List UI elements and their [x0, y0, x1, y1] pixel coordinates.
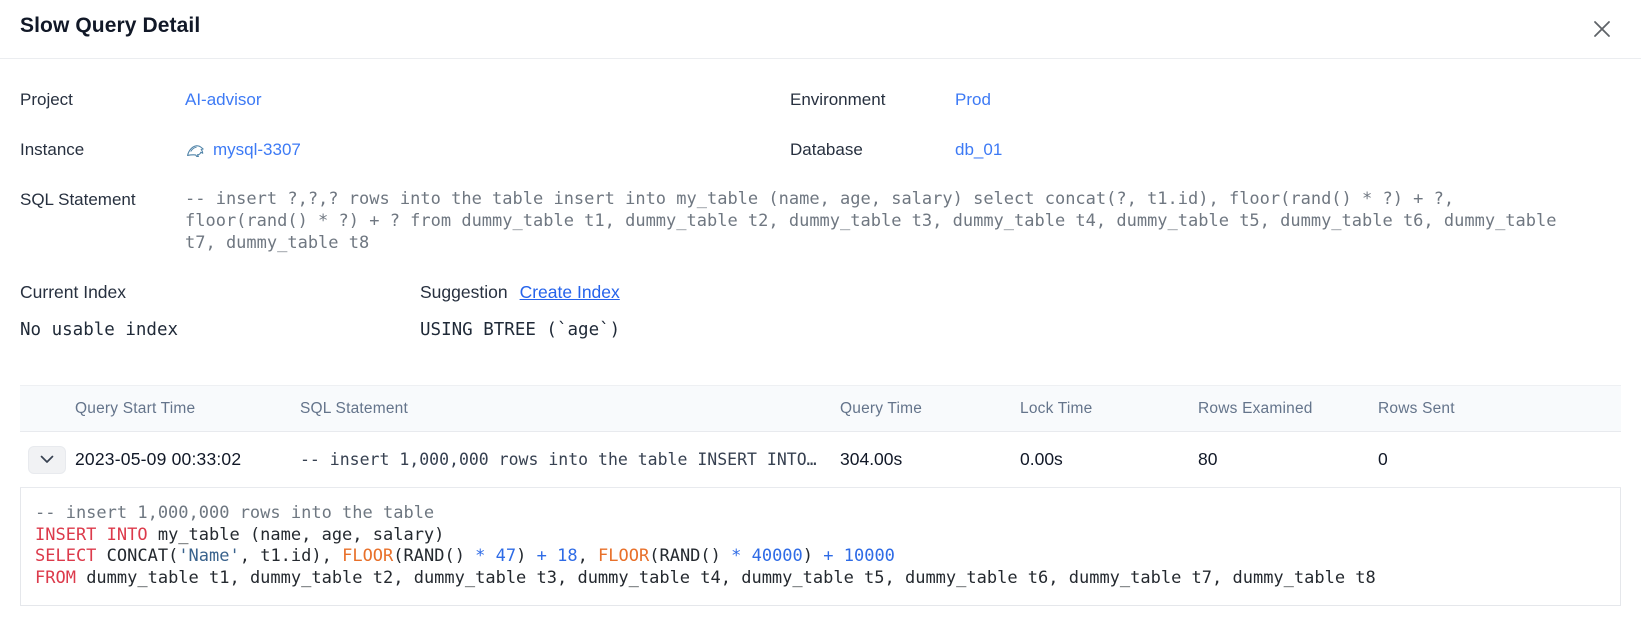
mysql-dolphin-icon — [185, 140, 206, 160]
cell-query-start-time: 2023-05-09 00:33:02 — [75, 449, 300, 470]
cell-lock-time: 0.00s — [1020, 449, 1198, 470]
sql-code-line: FROM dummy_table t1, dummy_table t2, dum… — [35, 568, 1606, 590]
column-header: SQL Statement — [300, 400, 840, 418]
suggestion-label: Suggestion — [420, 280, 508, 304]
sql-code-line: SELECT CONCAT('Name', t1.id), FLOOR(RAND… — [35, 546, 1606, 568]
project-label: Project — [20, 88, 185, 112]
create-index-link[interactable]: Create Index — [520, 282, 620, 303]
expanded-sql-panel: -- insert 1,000,000 rows into the tableI… — [20, 488, 1621, 606]
close-button[interactable] — [1587, 16, 1617, 42]
column-header: Rows Sent — [1378, 400, 1621, 418]
current-index-label: Current Index — [20, 280, 420, 304]
column-header: Query Time — [840, 400, 1020, 418]
dialog-body: Project AI-advisor Environment Prod Inst… — [0, 88, 1641, 606]
cell-rows-sent: 0 — [1378, 449, 1621, 470]
dialog-header: Slow Query Detail — [0, 0, 1641, 59]
project-link[interactable]: AI-advisor — [185, 90, 262, 109]
instance-label: Instance — [20, 138, 185, 162]
suggestion-value: USING BTREE (`age`) — [420, 318, 1621, 342]
close-icon — [1591, 18, 1613, 40]
cell-sql-statement: -- insert 1,000,000 rows into the table … — [300, 450, 840, 469]
slow-query-table: Query Start TimeSQL StatementQuery TimeL… — [20, 385, 1621, 606]
column-header: Query Start Time — [75, 400, 300, 418]
sql-statement-value: -- insert ?,?,? rows into the table inse… — [185, 188, 1621, 254]
dialog-title: Slow Query Detail — [20, 14, 200, 38]
table-row[interactable]: 2023-05-09 00:33:02 -- insert 1,000,000 … — [20, 432, 1621, 488]
database-link[interactable]: db_01 — [955, 140, 1002, 159]
table-header-row: Query Start TimeSQL StatementQuery TimeL… — [20, 385, 1621, 432]
environment-link[interactable]: Prod — [955, 90, 991, 109]
sql-statement-label: SQL Statement — [20, 188, 185, 212]
query-info-section: Project AI-advisor Environment Prod Inst… — [20, 88, 1621, 254]
cell-rows-examined: 80 — [1198, 449, 1378, 470]
sql-code-line: INSERT INTO my_table (name, age, salary) — [35, 525, 1606, 547]
index-section: Current Index Suggestion Create Index No… — [20, 280, 1621, 342]
environment-label: Environment — [790, 88, 955, 112]
slow-query-detail-dialog: Slow Query Detail Project AI-advisor Env… — [0, 0, 1641, 606]
collapse-row-button[interactable] — [28, 446, 66, 474]
chevron-down-icon — [40, 452, 54, 467]
sql-code-line: -- insert 1,000,000 rows into the table — [35, 503, 1606, 525]
current-index-value: No usable index — [20, 318, 420, 342]
cell-query-time: 304.00s — [840, 449, 1020, 470]
column-header: Lock Time — [1020, 400, 1198, 418]
instance-link[interactable]: mysql-3307 — [213, 138, 301, 162]
database-label: Database — [790, 138, 955, 162]
column-header: Rows Examined — [1198, 400, 1378, 418]
